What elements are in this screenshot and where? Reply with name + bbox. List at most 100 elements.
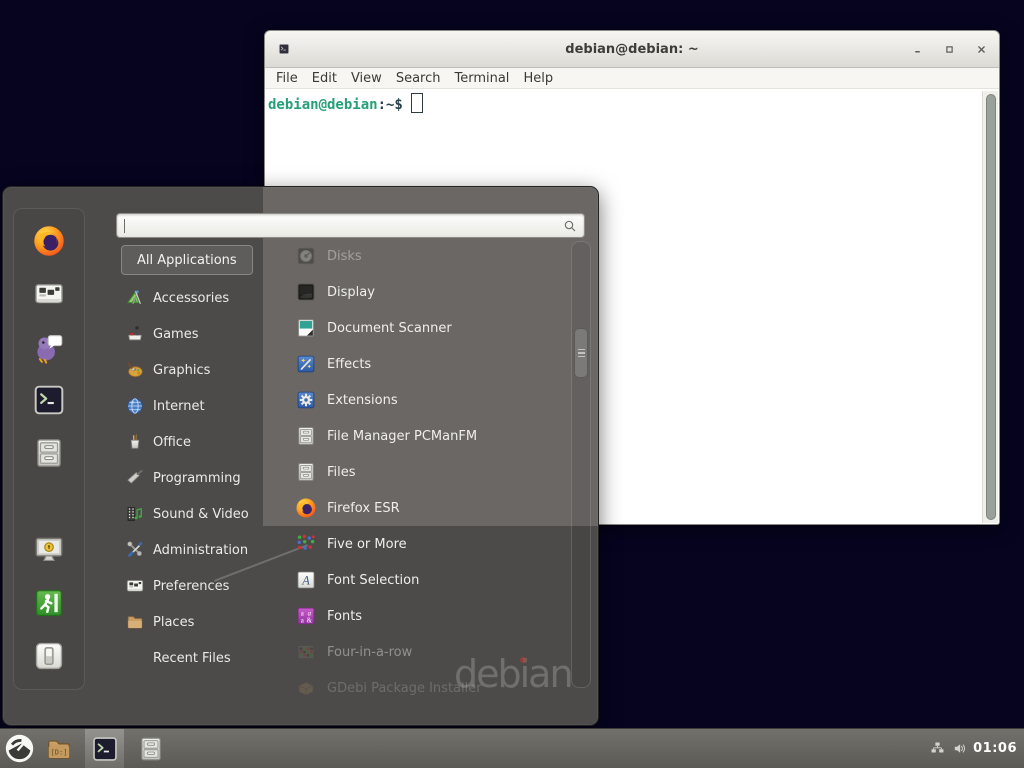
terminal-icon-large	[91, 735, 119, 763]
application-label: File Manager PCManFM	[327, 429, 477, 444]
favorite-system-settings[interactable]	[32, 277, 66, 311]
taskbar-terminal[interactable]	[85, 729, 124, 768]
lock-screen-icon	[32, 533, 66, 567]
app-fonts[interactable]: Fonts	[281, 598, 561, 634]
graphics-icon	[125, 360, 145, 380]
system-settings-icon	[32, 277, 66, 311]
application-label: Firefox ESR	[327, 501, 400, 516]
logout-icon	[32, 586, 66, 620]
minimize-button[interactable]	[912, 44, 922, 54]
maximize-button[interactable]	[944, 44, 954, 54]
system-tray	[927, 739, 970, 759]
taskbar: 01:06	[0, 728, 1024, 768]
menu-scrollbar-thumb[interactable]	[574, 328, 588, 378]
minimize-icon	[913, 45, 922, 54]
file-cabinet-icon	[295, 461, 317, 483]
taskbar-file-manager[interactable]	[39, 729, 78, 768]
terminal-scrollbar[interactable]	[982, 91, 998, 523]
category-sound-video[interactable]: Sound & Video	[117, 496, 277, 532]
games-icon	[125, 324, 145, 344]
app-display[interactable]: Display	[281, 274, 561, 310]
text-caret	[124, 219, 125, 233]
favorite-terminal[interactable]	[32, 383, 66, 417]
application-label: Extensions	[327, 393, 398, 408]
terminal-menu-help[interactable]: Help	[523, 71, 553, 86]
search-icon	[562, 218, 578, 234]
category-office[interactable]: Office	[117, 424, 277, 460]
taskbar-menu[interactable]	[0, 729, 39, 768]
tray-network-status[interactable]	[927, 739, 947, 759]
terminal-menu-view[interactable]: View	[351, 71, 382, 86]
menu-button-icon	[4, 733, 35, 764]
favorite-firefox[interactable]	[32, 224, 66, 258]
category-administration[interactable]: Administration	[117, 532, 277, 568]
application-label: Font Selection	[327, 573, 419, 588]
terminal-scrollbar-thumb[interactable]	[986, 94, 996, 520]
font-selection-icon	[295, 569, 317, 591]
tray-volume[interactable]	[950, 739, 970, 759]
app-files[interactable]: Files	[281, 454, 561, 490]
terminal-menu-file[interactable]: File	[276, 71, 298, 86]
app-document-scanner[interactable]: Document Scanner	[281, 310, 561, 346]
application-label: Five or More	[327, 537, 407, 552]
category-label: Sound & Video	[153, 507, 249, 522]
clock[interactable]: 01:06	[973, 741, 1017, 756]
four-in-a-row-icon	[295, 641, 317, 663]
app-file-manager-pcmanfm[interactable]: File Manager PCManFM	[281, 418, 561, 454]
terminal-menu-search[interactable]: Search	[396, 71, 441, 86]
application-label: Document Scanner	[327, 321, 452, 336]
shutdown-icon	[32, 639, 66, 673]
category-all-applications[interactable]: All Applications	[121, 245, 253, 275]
category-internet[interactable]: Internet	[117, 388, 277, 424]
display-icon	[295, 281, 317, 303]
app-disks[interactable]: Disks	[281, 238, 561, 274]
category-label: Administration	[153, 543, 248, 558]
favorite-lock-screen[interactable]	[32, 533, 66, 567]
app-four-in-a-row[interactable]: Four-in-a-row	[281, 634, 561, 670]
app-extensions[interactable]: Extensions	[281, 382, 561, 418]
application-label: Disks	[327, 249, 362, 264]
category-accessories[interactable]: Accessories	[117, 280, 277, 316]
category-programming[interactable]: Programming	[117, 460, 277, 496]
application-label: Display	[327, 285, 375, 300]
app-gdebi-package-installer[interactable]: GDebi Package Installer	[281, 670, 561, 706]
favorite-pidgin[interactable]	[32, 330, 66, 364]
category-preferences[interactable]: Preferences	[117, 568, 277, 604]
preferences-icon	[125, 576, 145, 596]
file-cabinet-icon	[295, 425, 317, 447]
app-font-selection[interactable]: Font Selection	[281, 562, 561, 598]
category-label: Graphics	[153, 363, 210, 378]
menu-scrollbar[interactable]	[571, 241, 591, 688]
search-box[interactable]	[116, 213, 585, 238]
category-graphics[interactable]: Graphics	[117, 352, 277, 388]
category-recent-files[interactable]: Recent Files	[117, 640, 277, 676]
app-effects[interactable]: Effects	[281, 346, 561, 382]
terminal-titlebar[interactable]: debian@debian: ~	[265, 31, 999, 68]
favorite-logout[interactable]	[32, 586, 66, 620]
category-label: Recent Files	[153, 651, 231, 666]
close-button[interactable]	[976, 44, 986, 54]
office-icon	[125, 432, 145, 452]
terminal-prompt: debian@debian:~$	[268, 93, 423, 115]
prompt-user-host: debian@debian	[268, 97, 378, 113]
category-label: Places	[153, 615, 194, 630]
category-places[interactable]: Places	[117, 604, 277, 640]
taskbar-files[interactable]	[131, 729, 170, 768]
app-firefox-esr[interactable]: Firefox ESR	[281, 490, 561, 526]
app-five-or-more[interactable]: Five or More	[281, 526, 561, 562]
search-input[interactable]	[117, 214, 584, 237]
terminal-menu-terminal[interactable]: Terminal	[454, 71, 509, 86]
effects-icon	[295, 353, 317, 375]
terminal-menu-edit[interactable]: Edit	[312, 71, 337, 86]
application-label: Effects	[327, 357, 371, 372]
window-title: debian@debian: ~	[265, 42, 999, 57]
category-label: Programming	[153, 471, 241, 486]
favorite-file-manager[interactable]	[32, 436, 66, 470]
application-label: GDebi Package Installer	[327, 681, 482, 696]
folder-icon	[45, 735, 73, 763]
favorite-shutdown[interactable]	[32, 639, 66, 673]
category-games[interactable]: Games	[117, 316, 277, 352]
terminal-icon-large	[32, 383, 66, 417]
terminal-menubar: File Edit View Search Terminal Help	[265, 68, 999, 89]
category-label: Internet	[153, 399, 205, 414]
